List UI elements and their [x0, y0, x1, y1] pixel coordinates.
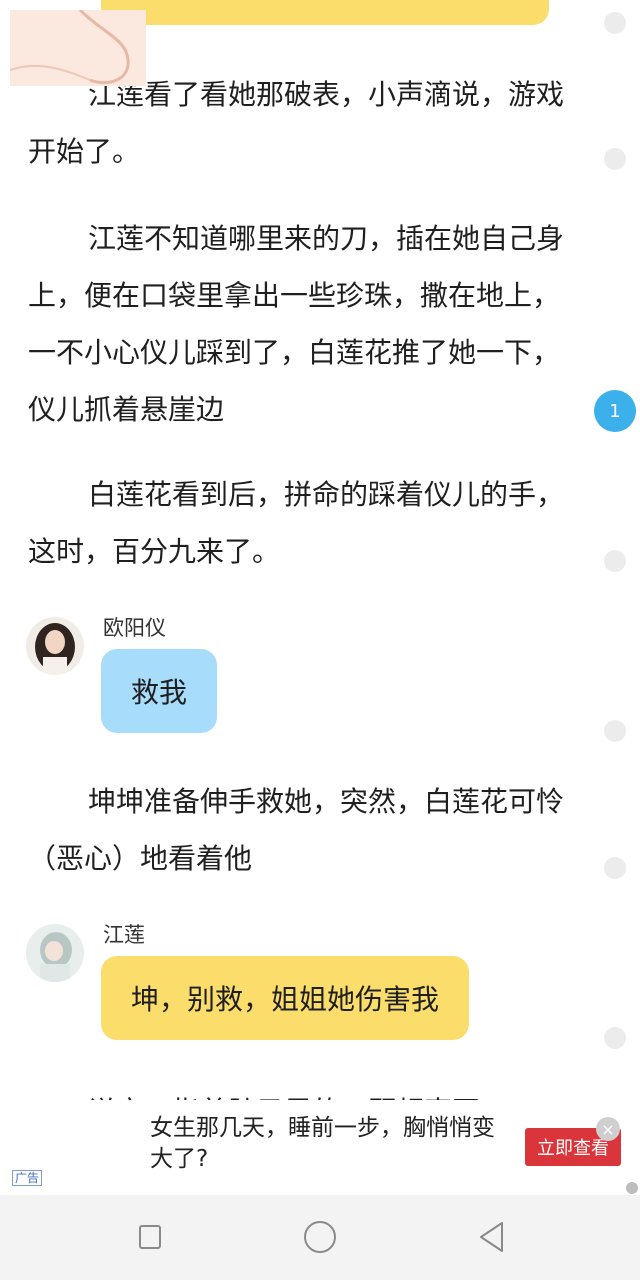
ad-headline[interactable]: 女生那几天，睡前一步，胸悄悄变大了? [150, 1113, 510, 1175]
story-paragraph: 坤坤准备伸手救她，突然，白莲花可怜（恶心）地看着他 [28, 785, 565, 875]
ad-info-icon[interactable] [626, 1182, 638, 1194]
close-icon[interactable]: × [596, 1117, 620, 1141]
dialog-text: 坤，别救，姐姐她伤害我 [131, 983, 440, 1016]
avatar-ouyangyi[interactable] [26, 617, 84, 675]
recent-apps-icon[interactable] [139, 1225, 161, 1249]
speaker-name: 江莲 [103, 923, 145, 947]
home-icon[interactable] [304, 1221, 336, 1253]
paragraph-comment-dot[interactable] [604, 550, 626, 572]
paragraph-comment-count-badge[interactable]: 1 [594, 390, 636, 432]
dialog-text: 救我 [131, 676, 188, 709]
dialog-bubble: 救我 [101, 649, 218, 733]
paragraph-comment-dot[interactable] [604, 857, 626, 879]
paragraph-comment-dot[interactable] [604, 1027, 626, 1049]
ad-image[interactable] [10, 10, 146, 86]
paragraph-comment-dot[interactable] [604, 720, 626, 742]
story-paragraph: 江莲不知道哪里来的刀，插在她自己身上，便在口袋里拿出一些珍珠，撒在地上，一不小心… [28, 222, 565, 426]
dialog-bubble: 坤，别救，姐姐她伤害我 [101, 956, 470, 1040]
back-icon[interactable] [476, 1220, 508, 1254]
speaker-name: 欧阳仪 [103, 616, 166, 640]
previous-dialog-bubble [101, 0, 549, 25]
avatar-jianglian[interactable] [26, 924, 84, 982]
paragraph-comment-dot[interactable] [604, 148, 626, 170]
story-paragraph: 白莲花看到后，拼命的踩着仪儿的手，这时，百分九来了。 [28, 478, 565, 568]
story-reader[interactable]: 江莲看了看她那破表，小声滴说，游戏开始了。 江莲不知道哪里来的刀，插在她自己身上… [0, 0, 640, 1100]
paragraph-comment-dot[interactable] [604, 12, 626, 34]
story-paragraph-cutoff: 说完，指着肚子里的一颗超声豆 [88, 1090, 480, 1100]
ad-label: 广告 [12, 1170, 43, 1186]
